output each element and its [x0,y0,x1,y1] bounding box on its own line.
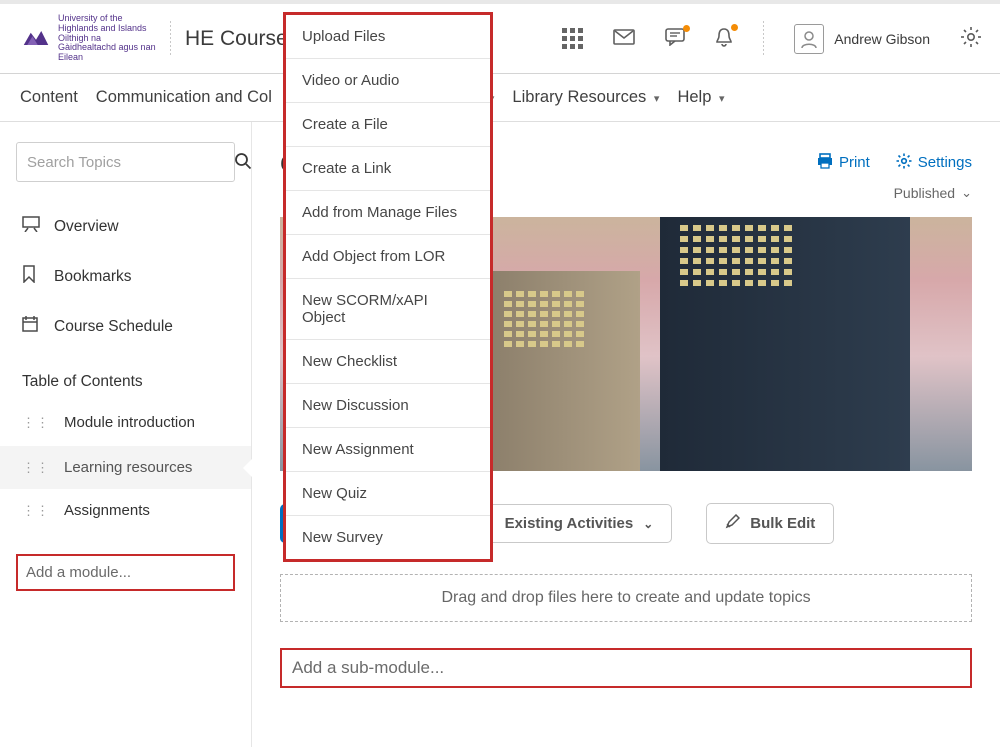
placeholder: Add a sub-module... [292,658,444,677]
bulk-edit-button[interactable]: Bulk Edit [706,503,834,544]
pencil-icon [725,514,740,533]
toc-item-module-intro[interactable]: ⋮⋮ Module introduction [0,399,251,446]
gear-icon[interactable] [960,26,982,51]
nav-library[interactable]: Library Resources ▾ [512,88,659,107]
menu-new-survey[interactable]: New Survey [286,516,490,559]
divider [170,21,171,57]
bookmark-icon [22,265,40,288]
top-bar: University of the Highlands and Islands … [0,0,1000,74]
notification-dot [731,24,738,31]
nav-communication[interactable]: Communication and Col [96,88,272,107]
gear-icon [896,153,912,173]
sidebar-schedule[interactable]: Course Schedule [0,302,251,351]
label: Module introduction [64,412,195,433]
menu-new-discussion[interactable]: New Discussion [286,384,490,428]
label: Print [839,154,870,171]
menu-new-scorm[interactable]: New SCORM/xAPI Object [286,279,490,340]
drag-handle-icon[interactable]: ⋮⋮ [22,415,50,431]
label: Existing Activities [505,515,634,532]
presentation-icon [22,216,40,237]
label: Settings [918,154,972,171]
sidebar-overview[interactable]: Overview [0,202,251,251]
add-module-input[interactable]: Add a module... [16,554,235,591]
menu-create-link[interactable]: Create a Link [286,147,490,191]
nav-content[interactable]: Content [20,88,78,107]
chevron-down-icon: ⌄ [643,517,653,531]
org-name: University of the Highlands and Islands … [58,14,156,63]
drag-handle-icon[interactable]: ⋮⋮ [22,503,50,519]
calendar-icon [22,316,40,337]
org-logo[interactable]: University of the Highlands and Islands … [22,14,156,63]
menu-new-quiz[interactable]: New Quiz [286,472,490,516]
nav-row: Content Communication and Col ▾ Library … [0,74,1000,122]
search-topics[interactable] [16,142,235,182]
label: Overview [54,218,119,236]
chat-icon[interactable] [665,28,685,49]
toc-item-assignments[interactable]: ⋮⋮ Assignments [0,489,251,532]
label: Assignments [64,502,150,519]
sidebar: Overview Bookmarks Course Schedule Table… [0,122,252,747]
upload-create-menu: Upload Files Video or Audio Create a Fil… [283,12,493,562]
user-menu[interactable]: Andrew Gibson [794,24,930,54]
toc-heading[interactable]: Table of Contents [0,351,251,399]
bell-icon[interactable] [715,27,733,50]
logo-icon [22,27,50,49]
notification-dot [683,25,690,32]
existing-activities-button[interactable]: Existing Activities ⌄ [486,504,673,543]
menu-create-file[interactable]: Create a File [286,103,490,147]
mail-icon[interactable] [613,29,635,48]
drag-handle-icon[interactable]: ⋮⋮ [22,460,50,476]
username: Andrew Gibson [834,31,930,47]
sidebar-bookmarks[interactable]: Bookmarks [0,251,251,302]
menu-new-assignment[interactable]: New Assignment [286,428,490,472]
header-icons: Andrew Gibson [562,21,982,57]
toc-item-learning-resources[interactable]: ⋮⋮ Learning resources [0,446,251,489]
label: Course Schedule [54,318,173,336]
apps-icon[interactable] [562,28,583,49]
dropzone[interactable]: Drag and drop files here to create and u… [280,574,972,622]
label: Published [894,185,956,201]
menu-new-checklist[interactable]: New Checklist [286,340,490,384]
print-button[interactable]: Print [817,153,870,173]
add-submodule-input[interactable]: Add a sub-module... [280,648,972,688]
label: Bookmarks [54,268,132,286]
print-icon [817,153,833,173]
menu-upload-files[interactable]: Upload Files [286,15,490,59]
menu-video-audio[interactable]: Video or Audio [286,59,490,103]
search-input[interactable] [27,154,226,171]
search-icon[interactable] [234,152,252,173]
avatar [794,24,824,54]
menu-add-lor[interactable]: Add Object from LOR [286,235,490,279]
divider [763,21,764,57]
nav-help[interactable]: Help ▾ [677,88,724,107]
settings-button[interactable]: Settings [896,153,972,173]
placeholder: Add a module... [26,564,131,581]
label: Drag and drop files here to create and u… [441,589,810,606]
menu-add-manage-files[interactable]: Add from Manage Files [286,191,490,235]
label: Bulk Edit [750,515,815,532]
chevron-down-icon: ⌄ [961,185,972,201]
label: Learning resources [64,459,192,476]
